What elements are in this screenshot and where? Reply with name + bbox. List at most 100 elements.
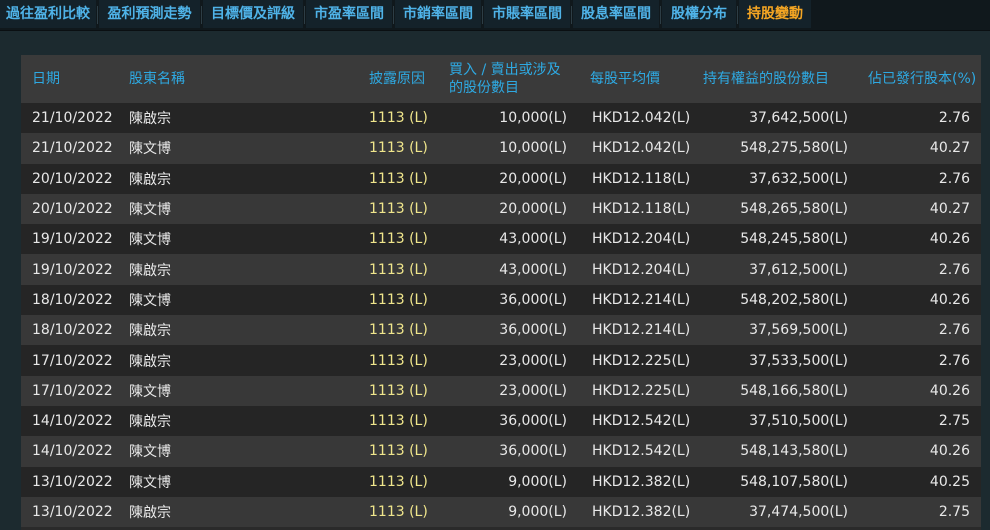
cell-reason: 1113 (L) bbox=[369, 193, 449, 225]
table-row: 17/10/2022 陳啟宗 1113 (L) 23,000(L) HKD12.… bbox=[21, 345, 981, 376]
cell-reason: 1113 (L) bbox=[369, 103, 449, 134]
cell-holder: 陳啟宗 bbox=[129, 254, 369, 285]
shareholding-changes-table: 日期 股東名稱 披露原因 買入 / 賣出或涉及 的股份數目 每股平均價 持有權益… bbox=[21, 55, 981, 528]
cell-holding: 548,143,580(L) bbox=[691, 436, 848, 467]
cell-holder: 陳啟宗 bbox=[129, 163, 369, 194]
cell-pct: 2.76 bbox=[848, 315, 981, 346]
cell-avg-price: HKD12.204(L) bbox=[569, 224, 691, 255]
cell-holding: 37,612,500(L) bbox=[691, 254, 848, 285]
shareholding-changes-panel: 日期 股東名稱 披露原因 買入 / 賣出或涉及 的股份數目 每股平均價 持有權益… bbox=[21, 55, 981, 530]
cell-avg-price: HKD12.542(L) bbox=[569, 405, 691, 437]
col-header-shares-line2: 的股份數目 bbox=[449, 80, 519, 96]
cell-holding: 548,202,580(L) bbox=[691, 284, 848, 316]
cell-reason: 1113 (L) bbox=[369, 405, 449, 437]
cell-pct: 2.76 bbox=[848, 163, 981, 194]
cell-holder: 陳啟宗 bbox=[129, 405, 369, 437]
cell-holder: 陳文博 bbox=[129, 375, 369, 406]
cell-date: 21/10/2022 bbox=[21, 133, 129, 164]
tab-divider bbox=[393, 6, 394, 24]
cell-shares: 10,000(L) bbox=[449, 103, 569, 134]
cell-pct: 2.76 bbox=[848, 254, 981, 285]
table-row: 20/10/2022 陳文博 1113 (L) 20,000(L) HKD12.… bbox=[21, 193, 981, 225]
cell-holder: 陳文博 bbox=[129, 436, 369, 467]
cell-shares: 20,000(L) bbox=[449, 163, 569, 194]
cell-holder: 陳文博 bbox=[129, 466, 369, 497]
cell-shares: 43,000(L) bbox=[449, 224, 569, 255]
table-row: 21/10/2022 陳文博 1113 (L) 10,000(L) HKD12.… bbox=[21, 133, 981, 164]
cell-holding: 548,245,580(L) bbox=[691, 224, 848, 255]
table-row: 19/10/2022 陳文博 1113 (L) 43,000(L) HKD12.… bbox=[21, 224, 981, 255]
cell-date: 19/10/2022 bbox=[21, 224, 129, 255]
table-row: 17/10/2022 陳文博 1113 (L) 23,000(L) HKD12.… bbox=[21, 375, 981, 406]
table-row: 18/10/2022 陳啟宗 1113 (L) 36,000(L) HKD12.… bbox=[21, 315, 981, 346]
cell-holding: 548,275,580(L) bbox=[691, 133, 848, 164]
cell-shares: 9,000(L) bbox=[449, 466, 569, 497]
tab-shareholding-distribution[interactable]: 股權分布 bbox=[662, 0, 736, 28]
col-header-pct[interactable]: 佔已發行股本(%) bbox=[848, 55, 981, 103]
cell-avg-price: HKD12.214(L) bbox=[569, 315, 691, 346]
cell-holder: 陳啟宗 bbox=[129, 496, 369, 528]
cell-holding: 548,107,580(L) bbox=[691, 466, 848, 497]
cell-reason: 1113 (L) bbox=[369, 466, 449, 497]
cell-reason: 1113 (L) bbox=[369, 254, 449, 285]
col-header-holder[interactable]: 股東名稱 bbox=[129, 55, 369, 103]
table-row: 19/10/2022 陳啟宗 1113 (L) 43,000(L) HKD12.… bbox=[21, 254, 981, 285]
cell-avg-price: HKD12.204(L) bbox=[569, 254, 691, 285]
cell-pct: 40.27 bbox=[848, 193, 981, 225]
tab-past-earnings[interactable]: 過往盈利比較 bbox=[0, 0, 96, 28]
tab-pb-range[interactable]: 市賬率區間 bbox=[484, 0, 570, 28]
cell-avg-price: HKD12.225(L) bbox=[569, 375, 691, 406]
cell-pct: 40.26 bbox=[848, 436, 981, 467]
cell-shares: 23,000(L) bbox=[449, 375, 569, 406]
cell-pct: 40.26 bbox=[848, 284, 981, 316]
tab-divider bbox=[737, 6, 738, 24]
cell-reason: 1113 (L) bbox=[369, 284, 449, 316]
tab-dividend-range[interactable]: 股息率區間 bbox=[573, 0, 659, 28]
cell-date: 20/10/2022 bbox=[21, 163, 129, 194]
cell-holder: 陳文博 bbox=[129, 193, 369, 225]
cell-holder: 陳啟宗 bbox=[129, 103, 369, 134]
cell-reason: 1113 (L) bbox=[369, 163, 449, 194]
cell-date: 21/10/2022 bbox=[21, 103, 129, 134]
tab-divider bbox=[482, 6, 483, 24]
col-header-reason[interactable]: 披露原因 bbox=[369, 55, 449, 103]
cell-reason: 1113 (L) bbox=[369, 345, 449, 376]
cell-shares: 23,000(L) bbox=[449, 345, 569, 376]
col-header-avg-price[interactable]: 每股平均價 bbox=[569, 55, 691, 103]
tab-earnings-forecast[interactable]: 盈利預測走勢 bbox=[99, 0, 200, 28]
table-header-row: 日期 股東名稱 披露原因 買入 / 賣出或涉及 的股份數目 每股平均價 持有權益… bbox=[21, 55, 981, 103]
cell-pct: 2.75 bbox=[848, 405, 981, 437]
tab-divider bbox=[571, 6, 572, 24]
col-header-shares[interactable]: 買入 / 賣出或涉及 的股份數目 bbox=[449, 55, 569, 103]
col-header-date[interactable]: 日期 bbox=[21, 55, 129, 103]
col-header-holding[interactable]: 持有權益的股份數目 bbox=[691, 55, 848, 103]
cell-avg-price: HKD12.042(L) bbox=[569, 133, 691, 164]
cell-date: 14/10/2022 bbox=[21, 436, 129, 467]
cell-shares: 20,000(L) bbox=[449, 193, 569, 225]
cell-pct: 2.76 bbox=[848, 345, 981, 376]
cell-shares: 36,000(L) bbox=[449, 405, 569, 437]
cell-holder: 陳文博 bbox=[129, 284, 369, 316]
cell-pct: 40.27 bbox=[848, 133, 981, 164]
tab-pe-range[interactable]: 市盈率區間 bbox=[306, 0, 392, 28]
table-row: 18/10/2022 陳文博 1113 (L) 36,000(L) HKD12.… bbox=[21, 284, 981, 316]
cell-pct: 40.26 bbox=[848, 224, 981, 255]
cell-date: 14/10/2022 bbox=[21, 405, 129, 437]
cell-avg-price: HKD12.118(L) bbox=[569, 193, 691, 225]
cell-holder: 陳啟宗 bbox=[129, 315, 369, 346]
cell-date: 19/10/2022 bbox=[21, 254, 129, 285]
table-row: 14/10/2022 陳文博 1113 (L) 36,000(L) HKD12.… bbox=[21, 436, 981, 467]
cell-holding: 37,632,500(L) bbox=[691, 163, 848, 194]
cell-holding: 548,166,580(L) bbox=[691, 375, 848, 406]
table-row: 20/10/2022 陳啟宗 1113 (L) 20,000(L) HKD12.… bbox=[21, 163, 981, 194]
cell-shares: 36,000(L) bbox=[449, 436, 569, 467]
cell-date: 17/10/2022 bbox=[21, 345, 129, 376]
tab-ps-range[interactable]: 市銷率區間 bbox=[395, 0, 481, 28]
tab-target-price[interactable]: 目標價及評級 bbox=[203, 0, 303, 28]
cell-shares: 36,000(L) bbox=[449, 284, 569, 316]
cell-avg-price: HKD12.042(L) bbox=[569, 103, 691, 134]
cell-pct: 2.76 bbox=[848, 103, 981, 134]
tab-shareholding-changes[interactable]: 持股變動 bbox=[739, 0, 811, 28]
cell-date: 18/10/2022 bbox=[21, 284, 129, 316]
cell-holder: 陳文博 bbox=[129, 224, 369, 255]
